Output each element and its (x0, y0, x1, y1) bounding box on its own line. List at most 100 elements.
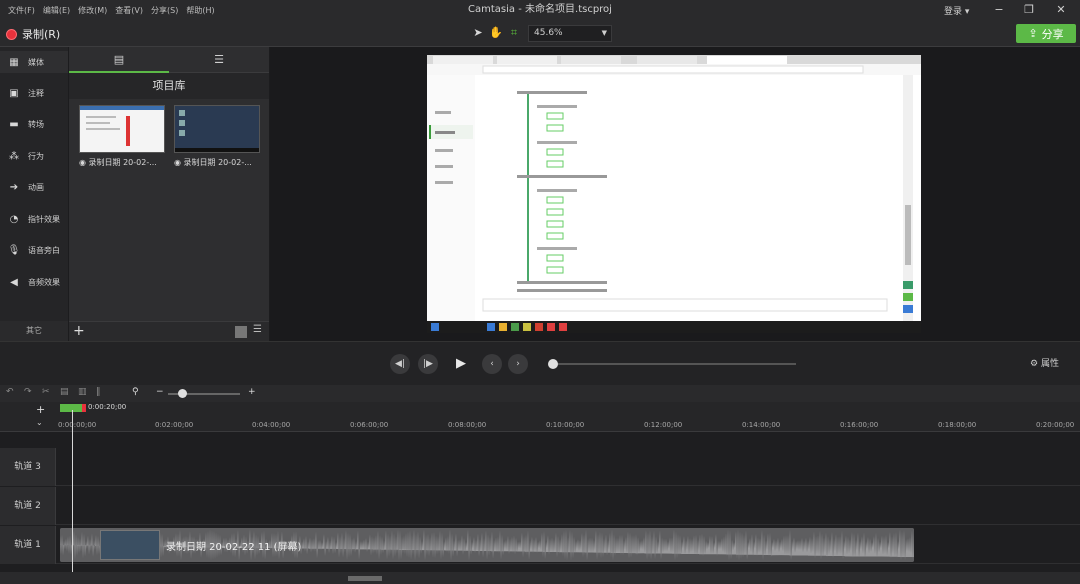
add-track-icon[interactable]: + (36, 403, 45, 416)
track-label: 轨道 2 (0, 487, 56, 525)
menu-edit[interactable]: 编辑(E) (39, 5, 74, 16)
track-label: 轨道 1 (0, 526, 56, 564)
track-1[interactable]: 轨道 1 录制日期 20-02-22 11 (屏幕) (0, 526, 1080, 564)
properties-label: 属性 (1040, 359, 1059, 369)
rail-label: 注释 (28, 88, 44, 98)
zoom-value: 45.6% (534, 28, 563, 38)
track-3[interactable]: 轨道 3 (0, 448, 1080, 486)
rail-item-cursor-effects[interactable]: ◔ 指针效果 (0, 208, 68, 230)
list-icon: ☰ (214, 53, 224, 66)
rail-label: 指针效果 (28, 214, 60, 224)
track-label: 轨道 3 (0, 448, 56, 486)
clip-thumbnail-image (80, 106, 164, 146)
main-toolbar: 录制(R) ➤ ✋ ⌗ 45.6% ▼ ⇪ 分享 (0, 20, 1080, 47)
menu-help[interactable]: 帮助(H) (182, 5, 218, 16)
scrub-track[interactable] (550, 363, 796, 365)
rail-item-transitions[interactable]: ▬ 转场 (0, 113, 68, 135)
rail-item-media[interactable]: ▦ 媒体 (0, 51, 68, 73)
add-media-icon[interactable]: + (73, 323, 85, 339)
rail-label: 行为 (28, 151, 44, 161)
playhead-line[interactable] (72, 410, 73, 575)
animation-icon: ➔ (9, 181, 19, 193)
close-icon[interactable]: ✕ (1046, 0, 1076, 20)
scrollbar-thumb[interactable] (348, 576, 382, 581)
step-forward-icon[interactable]: |▶ (418, 354, 438, 374)
timeline-tracks: 轨道 3 轨道 2 轨道 1 录制日期 20-02-22 11 (屏幕) (0, 432, 1080, 572)
menu-file[interactable]: 文件(F) (4, 5, 39, 16)
playback-bar: ◀| |▶ ▶ ‹ › ⚙ 属性 (0, 341, 1080, 385)
rail-item-audio-effects[interactable]: ◀ 音频效果 (0, 271, 68, 293)
tab-library-list[interactable]: ☰ (169, 47, 269, 73)
ruler-tick: 0:12:00;00 (644, 421, 683, 429)
play-icon[interactable]: ▶ (448, 351, 474, 377)
timeline-scrollbar[interactable] (0, 572, 1080, 584)
previous-marker-icon[interactable]: ‹ (482, 354, 502, 374)
login-button[interactable]: 登录 ▾ (944, 4, 969, 17)
rail-label: 音频效果 (28, 277, 60, 287)
rail-item-annotations[interactable]: ▣ 注释 (0, 82, 68, 104)
timeline-zoom-handle[interactable] (178, 389, 187, 398)
step-back-icon[interactable]: ◀| (390, 354, 410, 374)
menu-share[interactable]: 分享(S) (147, 5, 182, 16)
menu-view[interactable]: 查看(V) (111, 5, 147, 16)
ruler-tick: 0:04:00;00 (252, 421, 291, 429)
annotation-icon: ▣ (9, 87, 19, 99)
undo-icon[interactable]: ↶ (6, 387, 14, 397)
track-2[interactable]: 轨道 2 (0, 487, 1080, 525)
clip-caption: ◉ 录制日期 20-02-... (174, 158, 252, 167)
zoom-select[interactable]: 45.6% ▼ (528, 25, 612, 42)
chevron-down-icon[interactable]: ⌄ (36, 418, 43, 427)
film-icon: ▦ (9, 56, 19, 68)
cut-icon[interactable]: ✂ (42, 387, 50, 397)
film-icon: ▤ (113, 53, 125, 66)
record-label: 录制(R) (22, 28, 61, 41)
grid-view-icon[interactable] (235, 326, 247, 338)
restore-icon[interactable]: ❐ (1014, 0, 1044, 20)
properties-button[interactable]: ⚙ 属性 (1030, 356, 1059, 369)
recording-preview[interactable] (427, 55, 921, 333)
playhead-time: 0:00:20;00 (88, 403, 127, 411)
playhead-end-marker[interactable] (82, 404, 86, 412)
clip-name: 录制日期 20-02-... (183, 158, 252, 167)
canvas-area (270, 47, 1080, 341)
redo-icon[interactable]: ↷ (24, 387, 32, 397)
record-button[interactable]: 录制(R) (6, 26, 60, 42)
pan-tool-icon[interactable]: ✋ (488, 26, 504, 40)
tool-rail: ▦ 媒体 ▣ 注释 ▬ 转场 ⁂ 行为 ➔ 动画 ◔ 指针效果 🎙 语音旁白 ◀ 音频效果 其它 (0, 47, 68, 341)
timeline-clip[interactable]: 录制日期 20-02-22 11 (屏幕) (60, 528, 914, 562)
list-view-icon[interactable]: ☰ (253, 324, 262, 335)
transition-icon: ▬ (9, 118, 19, 130)
menu-modify[interactable]: 修改(M) (74, 5, 111, 16)
timeline-ruler[interactable]: + ⌄ 0:00:20;00 0:00:00;00 0:02:00;00 0:0… (0, 402, 1080, 432)
ruler-tick: 0:18:00;00 (938, 421, 977, 429)
pointer-tool-icon[interactable]: ➤ (470, 26, 486, 40)
tab-media-bin[interactable]: ▤ (69, 47, 169, 73)
behavior-icon: ⁂ (9, 150, 19, 162)
scrub-handle[interactable] (548, 359, 558, 369)
next-marker-icon[interactable]: › (508, 354, 528, 374)
share-button[interactable]: ⇪ 分享 (1016, 24, 1076, 43)
minimize-icon[interactable]: − (984, 0, 1014, 20)
rail-item-voice-narration[interactable]: 🎙 语音旁白 (0, 239, 68, 261)
media-clip[interactable]: ◉ 录制日期 20-02-... (174, 105, 260, 169)
split-icon[interactable]: ‖ (96, 387, 101, 397)
rail-item-behaviors[interactable]: ⁂ 行为 (0, 145, 68, 167)
clip-thumbnail (79, 105, 165, 153)
zoom-in-icon[interactable]: + (248, 387, 256, 397)
clip-thumbnail-image (175, 110, 259, 152)
zoom-out-icon[interactable]: − (156, 387, 164, 397)
copy-icon[interactable]: ▤ (60, 387, 69, 397)
rail-more-button[interactable]: 其它 (0, 321, 68, 341)
chevron-down-icon: ▼ (601, 29, 607, 37)
clip-name: 录制日期 20-02-... (88, 158, 157, 167)
paste-icon[interactable]: ▥ (78, 387, 87, 397)
media-panel-footer: + ☰ (69, 321, 269, 341)
media-clip[interactable]: ◉ 录制日期 20-02-... (79, 105, 165, 169)
rail-item-animations[interactable]: ➔ 动画 (0, 176, 68, 198)
ruler-tick: 0:00:00;00 (58, 421, 97, 429)
ruler-tick: 0:06:00;00 (350, 421, 389, 429)
crop-tool-icon[interactable]: ⌗ (506, 26, 522, 40)
clip-caption: ◉ 录制日期 20-02-... (79, 158, 157, 167)
clip-thumbnail (100, 530, 160, 560)
rail-label: 转场 (28, 119, 44, 129)
